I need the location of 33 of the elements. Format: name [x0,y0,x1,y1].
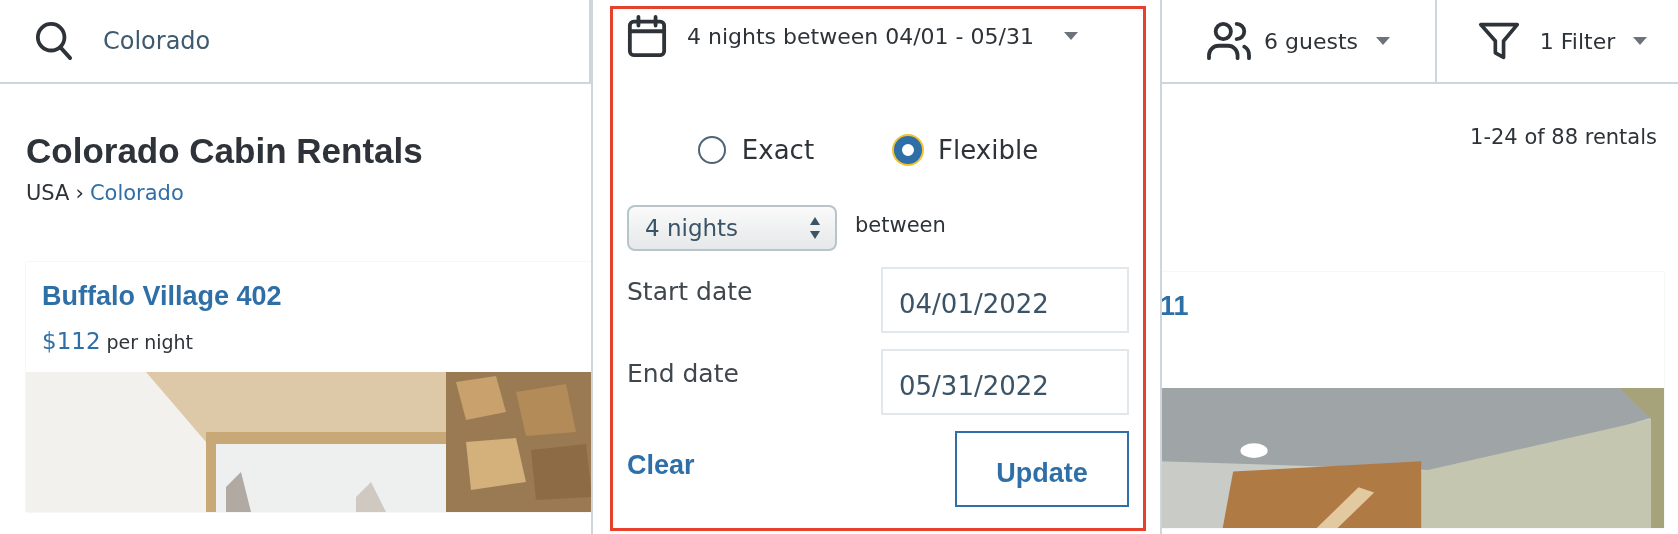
radio-label[interactable]: Exact [741,135,815,165]
date-field[interactable]: 04/01/2022 [881,267,1129,333]
page-title: Colorado Cabin Rentals [26,130,424,172]
caret-icon [1063,32,1078,40]
breadcrumb-separator: › [75,180,84,207]
date-dropdown[interactable]: 4 nights between 04/01 - 05/31 [627,15,1078,57]
calendar-icon [627,15,667,57]
breadcrumb-item: USA [26,180,70,207]
people-icon [1206,21,1252,61]
listing-title[interactable]: Buffalo Village 402 [42,278,575,314]
price-unit: per night [106,331,194,353]
stepper-arrows-icon [809,215,821,241]
nights-select[interactable]: 4 nights [627,205,837,251]
radio-label[interactable]: Flexible [938,135,1039,165]
result-count: 1-24 of 88 rentals [1469,124,1657,151]
filter-icon [1477,21,1520,61]
search-field[interactable]: Colorado [103,27,403,55]
breadcrumb-link[interactable]: Colorado [89,178,184,208]
search-icon [35,21,73,61]
caret-icon [1633,37,1648,45]
listing-title[interactable]: 11 [1160,288,1648,324]
clear-link[interactable]: Clear [627,450,695,481]
caret-icon [1376,37,1390,45]
price: $112 [42,328,101,354]
field-label: Start date [627,276,753,306]
between-label: between [855,213,946,237]
guests-dropdown[interactable]: 6 guests [1206,21,1390,61]
update-button[interactable]: Update [955,431,1129,507]
date-field[interactable]: 05/31/2022 [881,349,1129,415]
radio-button[interactable] [697,136,726,164]
filter-dropdown[interactable]: 1 Filter [1477,21,1648,61]
radio-button[interactable] [894,136,923,164]
field-label: End date [627,358,739,388]
